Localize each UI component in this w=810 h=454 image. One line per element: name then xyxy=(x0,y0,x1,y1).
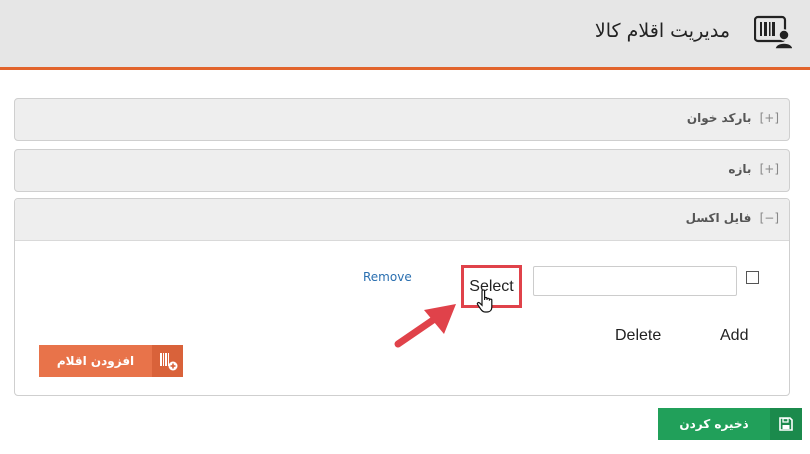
add-items-label: افزودن اقلام xyxy=(56,354,135,368)
page-header: مدیریت اقلام کالا xyxy=(0,0,810,70)
add-button[interactable]: Add xyxy=(720,327,748,345)
annotation-arrow-icon xyxy=(394,304,456,348)
item-checkbox[interactable] xyxy=(746,271,759,284)
page-title: مدیریت اقلام کالا xyxy=(594,20,730,42)
hand-cursor-icon xyxy=(476,289,493,313)
panel-header[interactable]: [+] بارکد خوان xyxy=(15,99,789,141)
panel-title: بازه xyxy=(728,162,752,176)
panel-barcode-reader[interactable]: [+] بارکد خوان xyxy=(14,98,790,141)
collapse-toggle[interactable]: [−] xyxy=(760,211,779,225)
panel-title: بارکد خوان xyxy=(686,111,752,125)
barcode-user-icon xyxy=(754,15,792,49)
file-name-field[interactable] xyxy=(533,266,737,296)
save-button[interactable]: ذخیره کردن xyxy=(658,408,802,440)
delete-button[interactable]: Delete xyxy=(615,327,661,345)
panel-header[interactable]: [−] فایل اکسل xyxy=(15,199,789,241)
panel-range[interactable]: [+] بازه xyxy=(14,149,790,192)
panel-excel-file: [−] فایل اکسل Remove Select Delete Add ا… xyxy=(14,198,790,396)
panel-title: فایل اکسل xyxy=(685,211,752,225)
add-items-button[interactable]: افزودن اقلام xyxy=(39,345,183,377)
remove-link[interactable]: Remove xyxy=(363,270,412,284)
barcode-add-icon xyxy=(152,345,183,377)
expand-toggle[interactable]: [+] xyxy=(760,162,779,176)
save-label: ذخیره کردن xyxy=(679,417,749,431)
floppy-disk-icon xyxy=(770,408,802,440)
panel-header[interactable]: [+] بازه xyxy=(15,150,789,192)
expand-toggle[interactable]: [+] xyxy=(760,111,779,125)
